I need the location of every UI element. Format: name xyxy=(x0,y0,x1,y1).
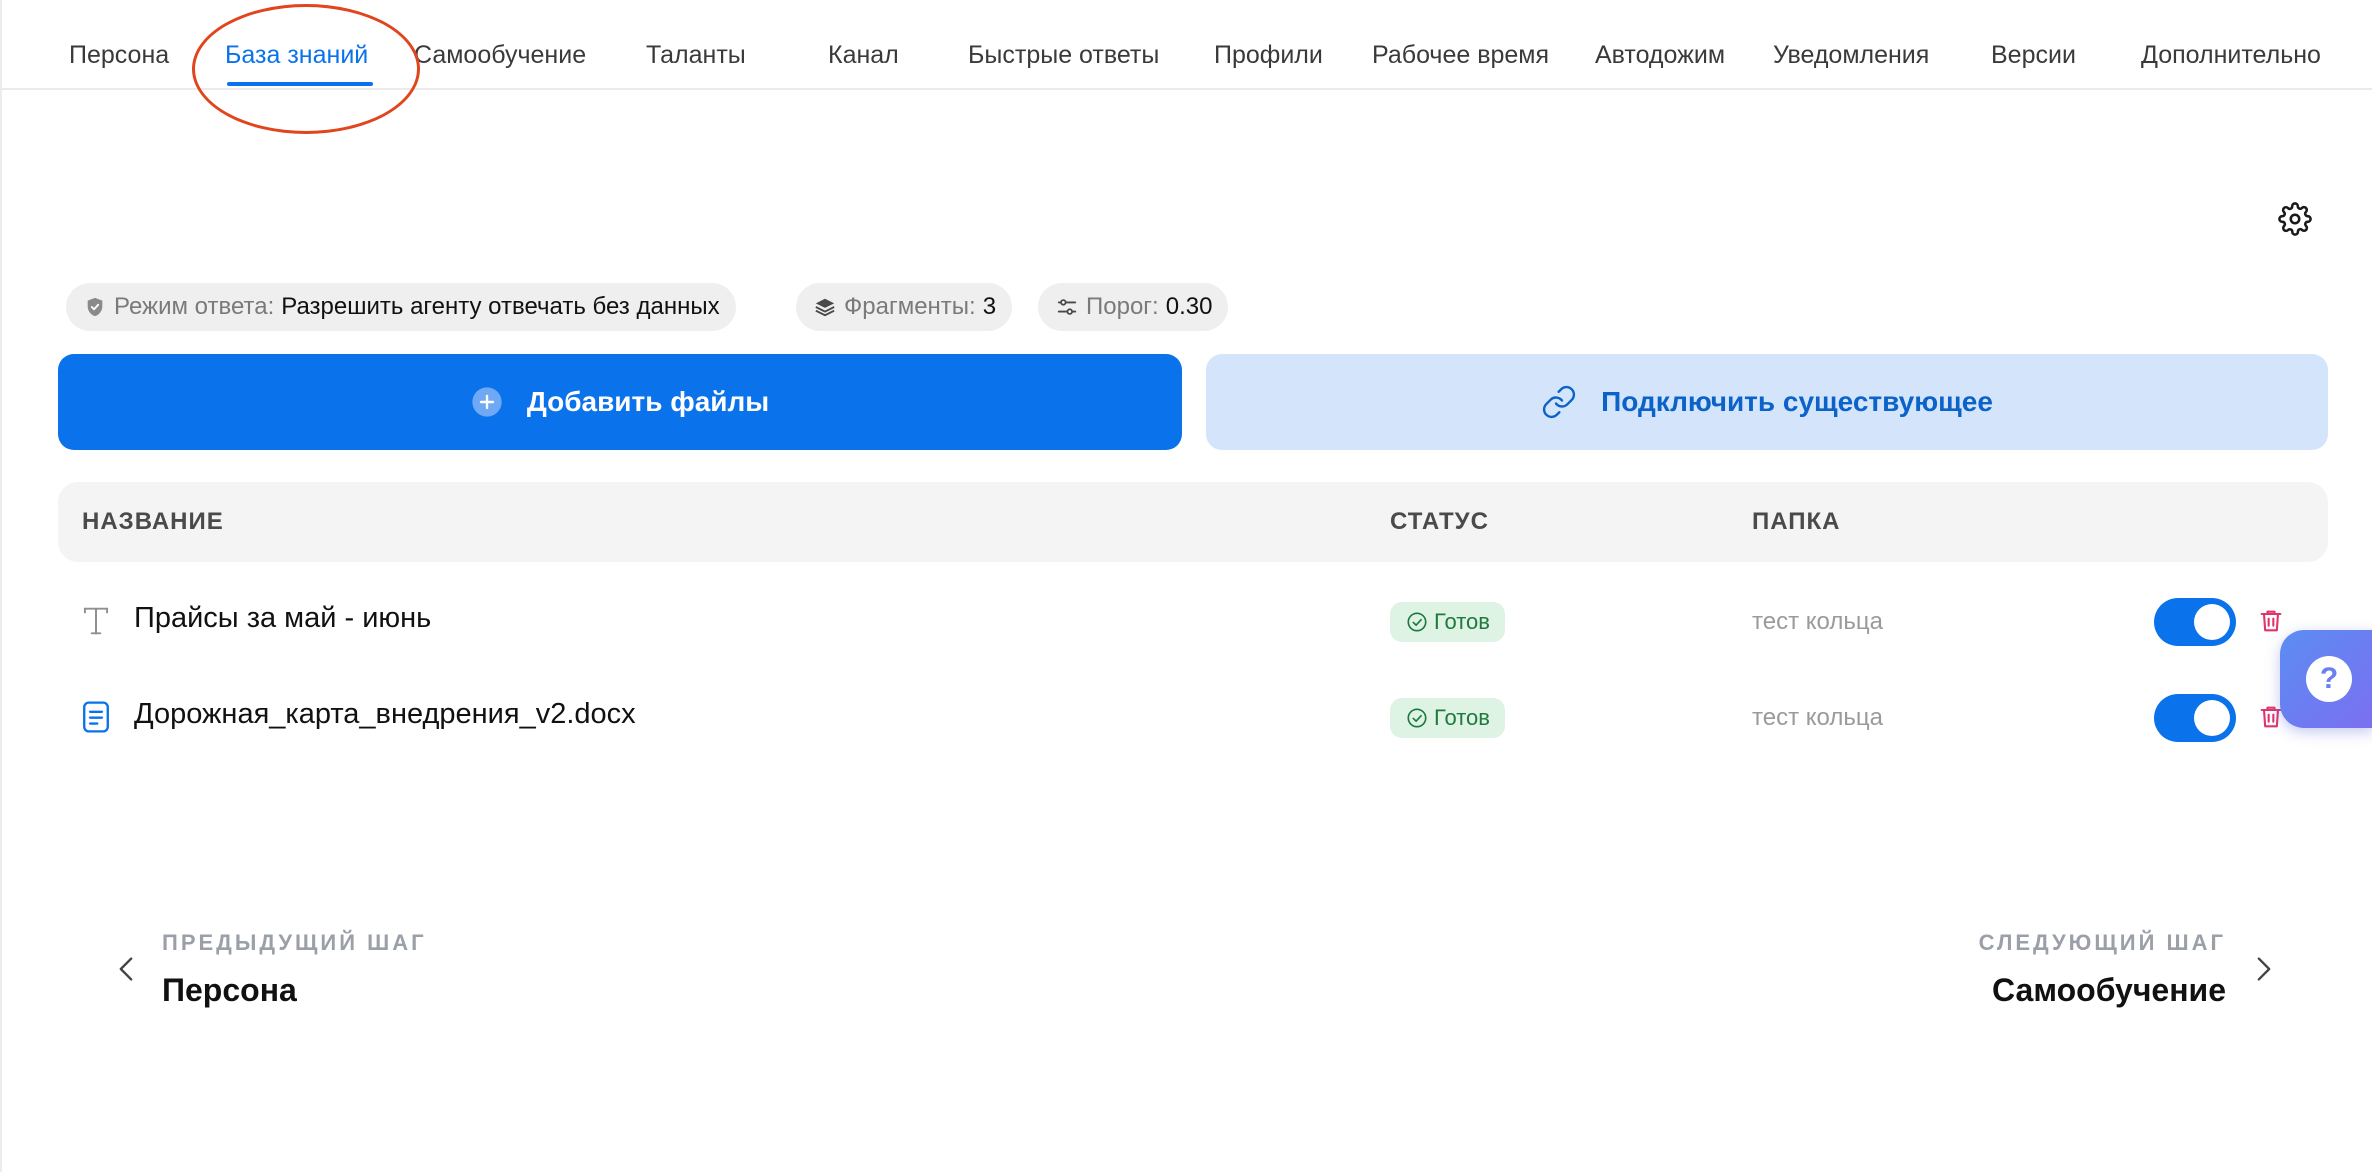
table-row[interactable]: Прайсы за май - июнь Готов тест кольца xyxy=(58,572,2328,668)
previous-step-link[interactable]: ПРЕДЫДУЩИЙ ШАГ Персона xyxy=(102,920,522,1020)
tab-persona[interactable]: Персона xyxy=(69,38,169,72)
plus-circle-icon xyxy=(471,386,503,418)
layers-icon xyxy=(814,296,836,318)
table-row[interactable]: Дорожная_карта_внедрения_v2.docx Готов т… xyxy=(58,668,2328,764)
answer-mode-chip[interactable]: Режим ответа: Разрешить агенту отвечать … xyxy=(66,283,736,331)
tab-profiles[interactable]: Профили xyxy=(1214,38,1323,72)
column-header-name[interactable]: НАЗВАНИЕ xyxy=(82,508,224,536)
answer-mode-value: Разрешить агенту отвечать без данных xyxy=(281,293,720,320)
trash-icon[interactable] xyxy=(2256,604,2286,638)
fragments-value: 3 xyxy=(982,293,997,320)
threshold-value: 0.30 xyxy=(1165,293,1213,320)
threshold-key: Порог: xyxy=(1086,293,1159,320)
add-files-label: Добавить файлы xyxy=(526,386,770,417)
add-files-button[interactable]: Добавить файлы xyxy=(58,354,1182,450)
chevron-left-icon xyxy=(116,956,136,982)
tab-talents[interactable]: Таланты xyxy=(646,38,746,72)
file-name[interactable]: Дорожная_карта_внедрения_v2.docx xyxy=(134,698,636,731)
tab-versions[interactable]: Версии xyxy=(1991,38,2076,72)
previous-step-label: ПРЕДЫДУЩИЙ ШАГ xyxy=(162,930,427,955)
chevron-right-icon xyxy=(2254,956,2274,982)
status-label: Готов xyxy=(1434,609,1490,634)
check-circle-icon xyxy=(1406,707,1428,729)
toggle-knob xyxy=(2194,604,2230,640)
toggle-knob xyxy=(2194,700,2230,736)
next-step-link[interactable]: СЛЕДУЮЩИЙ ШАГ Самообучение xyxy=(1902,920,2274,1020)
connect-existing-button[interactable]: Подключить существующее xyxy=(1206,354,2328,450)
status-label: Готов xyxy=(1434,705,1490,730)
document-icon xyxy=(80,700,112,734)
tab-working-hours[interactable]: Рабочее время xyxy=(1372,38,1549,72)
tab-quick-replies[interactable]: Быстрые ответы xyxy=(968,38,1159,72)
enabled-toggle[interactable] xyxy=(2154,694,2236,742)
folder-name: тест кольца xyxy=(1752,608,1883,635)
tab-auto-followup[interactable]: Автодожим xyxy=(1595,38,1725,72)
next-step-title: Самообучение xyxy=(1992,972,2226,1008)
column-header-folder[interactable]: ПАПКА xyxy=(1752,508,1841,536)
enabled-toggle[interactable] xyxy=(2154,598,2236,646)
text-type-icon xyxy=(80,604,112,638)
tab-notifications[interactable]: Уведомления xyxy=(1773,38,1929,72)
check-circle-icon xyxy=(1406,611,1428,633)
settings-button[interactable] xyxy=(2276,200,2314,238)
tab-additional[interactable]: Дополнительно xyxy=(2141,38,2321,72)
link-icon xyxy=(1541,384,1577,420)
connect-existing-label: Подключить существующее xyxy=(1601,386,1993,417)
status-badge: Готов xyxy=(1390,602,1505,642)
status-badge: Готов xyxy=(1390,698,1505,738)
tab-knowledge-base[interactable]: База знаний xyxy=(225,38,368,72)
knowledge-base-page: Персона База знаний Самообучение Таланты… xyxy=(0,0,2372,1172)
active-tab-indicator xyxy=(227,82,373,86)
column-header-status[interactable]: СТАТУС xyxy=(1390,508,1489,536)
next-step-label: СЛЕДУЮЩИЙ ШАГ xyxy=(1978,930,2226,955)
shield-icon xyxy=(84,296,106,318)
sliders-icon xyxy=(1056,296,1078,318)
fragments-key: Фрагменты: xyxy=(844,293,976,320)
fragments-chip[interactable]: Фрагменты: 3 xyxy=(796,283,1013,331)
threshold-chip[interactable]: Порог: 0.30 xyxy=(1038,283,1229,331)
tab-self-learning[interactable]: Самообучение xyxy=(414,38,586,72)
previous-step-title: Персона xyxy=(162,972,297,1008)
tab-bar: Персона База знаний Самообучение Таланты… xyxy=(2,0,2372,90)
answer-mode-key: Режим ответа: xyxy=(114,293,275,320)
folder-name: тест кольца xyxy=(1752,704,1883,731)
tab-channel[interactable]: Канал xyxy=(828,38,899,72)
table-header: НАЗВАНИЕ СТАТУС ПАПКА xyxy=(58,482,2328,562)
file-name[interactable]: Прайсы за май - июнь xyxy=(134,602,431,635)
help-button[interactable]: ? xyxy=(2280,630,2372,728)
question-icon: ? xyxy=(2306,656,2352,702)
gear-icon xyxy=(2278,202,2312,236)
